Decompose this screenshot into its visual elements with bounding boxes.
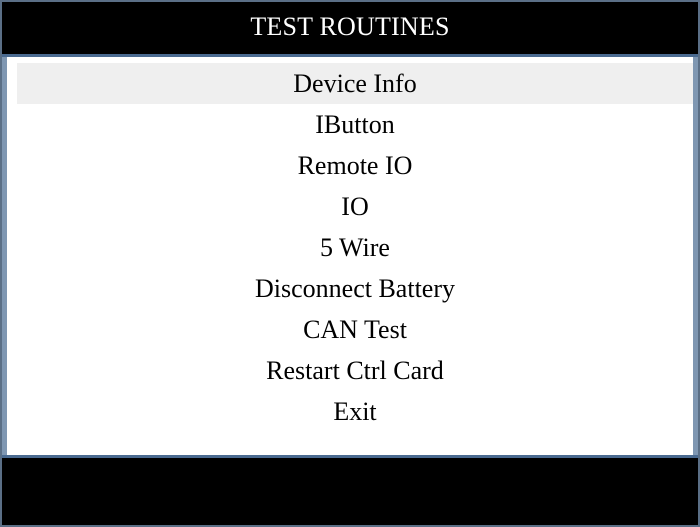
title-bar: TEST ROUTINES xyxy=(2,2,698,57)
menu-item-5-wire[interactable]: 5 Wire xyxy=(17,227,693,268)
menu-item-remote-io[interactable]: Remote IO xyxy=(17,145,693,186)
menu-item-restart-ctrl-card[interactable]: Restart Ctrl Card xyxy=(17,350,693,391)
menu-item-can-test[interactable]: CAN Test xyxy=(17,309,693,350)
menu-item-io[interactable]: IO xyxy=(17,186,693,227)
bottom-status-bar xyxy=(2,455,698,525)
menu-item-exit[interactable]: Exit xyxy=(17,391,693,432)
menu-item-ibutton[interactable]: IButton xyxy=(17,104,693,145)
test-routines-menu: Device Info IButton Remote IO IO 5 Wire … xyxy=(2,57,698,457)
menu-item-disconnect-battery[interactable]: Disconnect Battery xyxy=(17,268,693,309)
menu-item-device-info[interactable]: Device Info xyxy=(17,63,693,104)
window-title: TEST ROUTINES xyxy=(250,12,450,41)
test-routines-window: TEST ROUTINES Device Info IButton Remote… xyxy=(0,0,700,527)
